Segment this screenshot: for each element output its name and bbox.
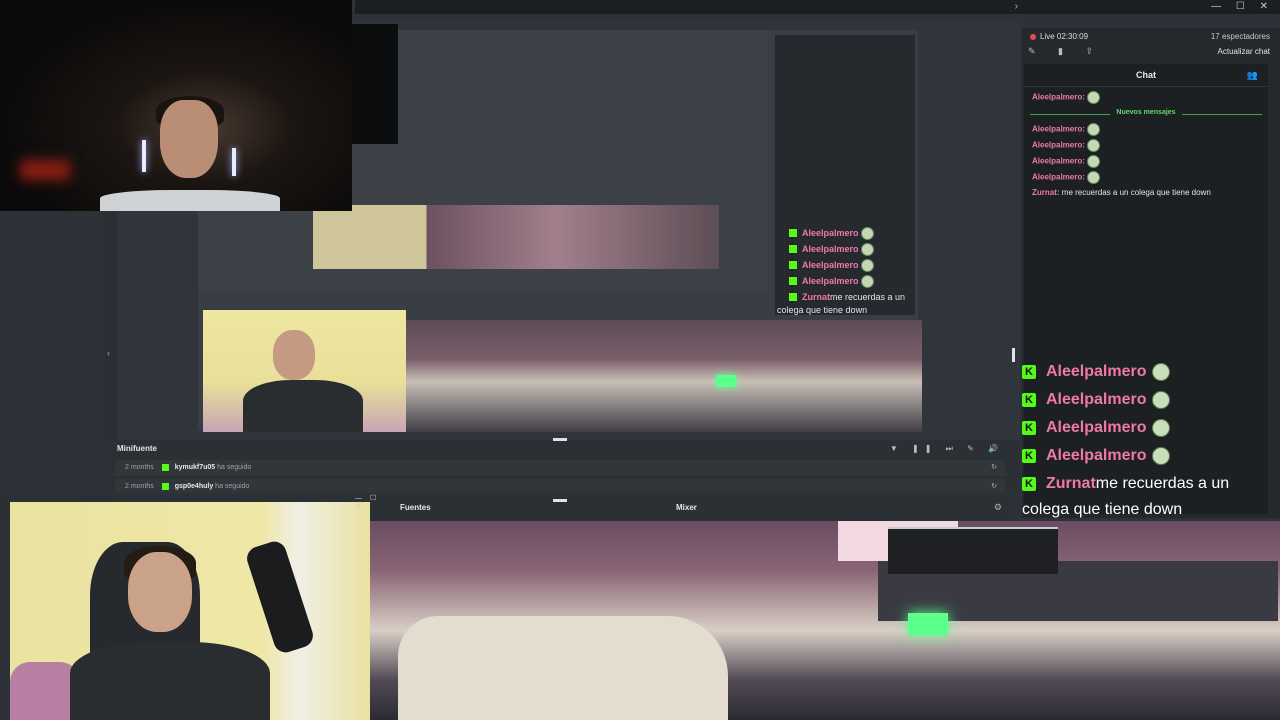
emote-icon [1086,139,1100,152]
kick-badge-icon: K [1022,449,1036,463]
body [70,642,270,720]
viewer-count: 17 espectadores [1210,32,1270,41]
window-title-bar: › — ☐ ✕ [355,0,1280,14]
emote-icon [1152,419,1171,437]
shoulders [100,190,280,211]
chat-message: Aleelpalmero: [1032,123,1268,136]
overlay-chat-wrap: colega que tiene down [1022,501,1183,518]
face [160,100,218,178]
red-light [20,160,70,180]
kick-badge-icon: K [1022,393,1036,407]
nested-chat-line: Aleelpalmero [789,257,915,273]
face [128,552,192,632]
overlay-chat-line: K Aleelpalmero [1022,386,1280,414]
chat-message: Aleelpalmero: [1032,139,1268,152]
nested-face [273,330,315,380]
emote-icon [860,226,874,240]
refresh-icon[interactable]: ↻ [991,460,997,476]
kick-badge-icon [789,229,797,237]
tab-fuentes[interactable]: Fuentes [400,503,431,512]
webcam-feed-top [0,0,352,211]
live-dot-icon [1030,33,1036,40]
resize-handle[interactable] [553,499,567,502]
mini-window-controls[interactable]: — ☐ ✕ [355,494,391,510]
window-controls[interactable]: — ☐ ✕ [1211,1,1274,12]
nested-black-bar [352,24,398,144]
emote-icon [1086,91,1100,104]
nested-green-light [716,375,736,387]
chat-message: Aleelpalmero: [1032,171,1268,184]
headphone-light-right [232,148,236,176]
kick-badge-icon [161,463,169,471]
nested-body [243,380,363,432]
nested-chat-line: Aleelpalmero [789,241,915,257]
nested-chat-line: Aleelpalmero [789,273,915,289]
emote-icon [860,274,874,288]
kick-badge-icon [789,277,797,285]
kick-badge-icon: K [1022,421,1036,435]
overlay-chat-line: K Aleelpalmero [1022,358,1280,386]
gear-icon[interactable]: ⚙ [994,502,1002,513]
kick-badge-icon: K [1022,477,1036,491]
monitor [888,527,1058,574]
nested-chat-wrap: colega que tiene down [777,305,868,315]
expand-chevron-icon[interactable]: › [1015,1,1018,12]
headphone-light-left [142,140,146,172]
nested-webcam [203,310,406,432]
nested-chat-overlay: Aleelpalmero Aleelpalmero Aleelpalmero A… [775,35,915,315]
chat-message: Zurnat: me recuerdas a un colega que tie… [1032,188,1211,197]
users-icon[interactable]: 👥 [1247,64,1258,86]
kick-badge-icon [789,261,797,269]
emote-icon [1086,123,1100,136]
bed-pillow [398,616,728,720]
emote-icon [1086,155,1100,168]
room-camera-scene [368,521,1280,720]
refresh-icon[interactable]: ↻ [991,479,997,495]
chat-message: Aleelpalmero: [1032,91,1268,104]
emote-icon [1152,447,1171,465]
emote-icon [860,258,874,272]
emote-icon [860,242,874,256]
overlay-chat-line: K Aleelpalmero [1022,414,1280,442]
overlay-chat-line: K Zurnat me recuerdas a un [1022,470,1280,498]
panel-resize-handle[interactable] [1012,348,1015,362]
microphone-arm [243,538,317,656]
new-messages-divider: Nuevos mensajes [1030,109,1262,119]
event-row[interactable]: 2 months gsp0e4huly ha seguido ↻ [115,479,1005,493]
chevron-left-icon[interactable]: ‹ [107,348,110,358]
kick-badge-icon [789,293,797,301]
live-status: Live 02:30:09 [1030,32,1088,41]
nested-chat-line: Aleelpalmero [789,225,915,241]
chat-tool-icons[interactable]: ✎ ▮ ⇪ [1028,46,1103,57]
minifuente-panel: Minifuente ▼ ❚❚ ⏭ ✎ 🔊 2 months kymukf7u0… [105,440,1020,494]
emote-icon [1152,391,1171,409]
green-light-object [908,613,948,635]
overlay-chat: K Aleelpalmero K Aleelpalmero K Aleelpalmer… [1022,358,1280,520]
kick-badge-icon [161,482,169,490]
resize-handle[interactable] [553,438,567,441]
emote-icon [1152,363,1171,381]
nested-chat-line: Zurnat me recuerdas a un [789,289,915,305]
refresh-chat-button[interactable]: Actualizar chat [1218,47,1270,56]
tab-mixer[interactable]: Mixer [676,503,697,512]
nested-room-scene [406,320,922,432]
kick-badge-icon: K [1022,365,1036,379]
chat-title: Chat [1136,70,1156,80]
event-row[interactable]: 2 months kymukf7u05 ha seguido ↻ [115,460,1005,476]
chat-header: Chat 👥 [1024,64,1268,87]
nested-scene-thumbnail [313,205,719,269]
emote-icon [1086,171,1100,184]
webcam-feed-bottom [10,502,370,720]
overlay-chat-line: K Aleelpalmero [1022,442,1280,470]
chat-message: Aleelpalmero: [1032,155,1268,168]
minifuente-title: Minifuente [117,444,157,453]
kick-badge-icon [789,245,797,253]
minifuente-controls[interactable]: ▼ ❚❚ ⏭ ✎ 🔊 [890,444,1004,454]
